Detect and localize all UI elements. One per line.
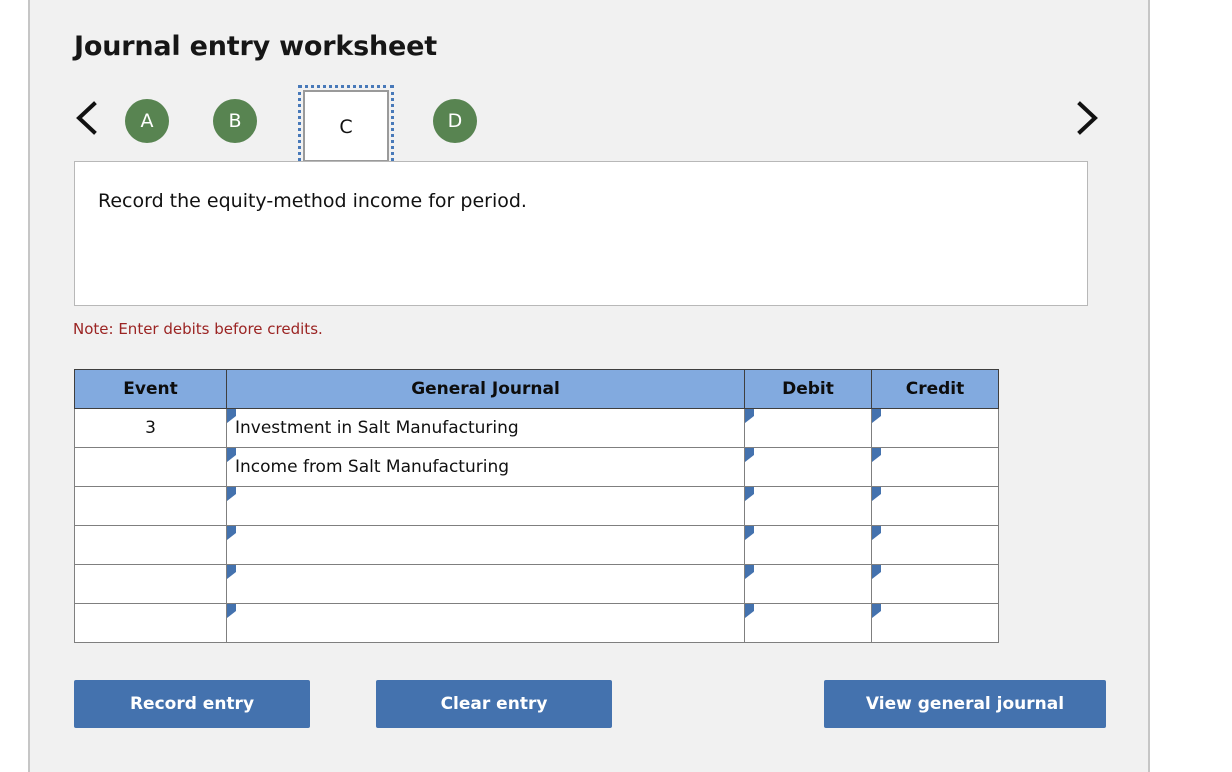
debit-cell[interactable] (744, 525, 872, 565)
transaction-prompt-text: Record the equity-method income for peri… (98, 190, 527, 212)
event-cell-text (75, 487, 226, 525)
general-journal-cell[interactable] (226, 564, 745, 604)
table-row: Income from Salt Manufacturing (74, 447, 999, 487)
table-row: 3 Investment in Salt Manufacturing (74, 408, 999, 448)
table-row (74, 603, 999, 643)
column-header-general-journal: General Journal (226, 369, 745, 409)
event-cell-text: 3 (145, 418, 156, 438)
column-header-debit: Debit (744, 369, 872, 409)
event-cell-text (75, 565, 226, 603)
cell-dropdown-marker-icon (745, 487, 754, 501)
cell-dropdown-marker-icon (872, 409, 881, 423)
column-header-event: Event (74, 369, 227, 409)
cell-dropdown-marker-icon (227, 565, 236, 579)
event-cell[interactable] (74, 486, 227, 526)
event-cell-text (75, 448, 226, 486)
cell-dropdown-marker-icon (745, 565, 754, 579)
journal-entry-table: Event General Journal Debit Credit 3 Inve… (74, 369, 999, 643)
cell-dropdown-marker-icon (745, 604, 754, 618)
event-cell[interactable] (74, 603, 227, 643)
tab-d[interactable]: D (433, 99, 477, 143)
table-body: 3 Investment in Salt Manufacturing Income … (74, 408, 999, 643)
tab-c[interactable]: C (298, 85, 394, 167)
cell-dropdown-marker-icon (872, 526, 881, 540)
credit-cell[interactable] (871, 447, 999, 487)
debit-cell[interactable] (744, 603, 872, 643)
event-cell-text (75, 604, 226, 642)
clear-entry-button[interactable]: Clear entry (376, 680, 612, 728)
general-journal-cell[interactable]: Investment in Salt Manufacturing (226, 408, 745, 448)
event-cell-text (75, 526, 226, 564)
tab-navigation: A B C D (30, 85, 1148, 167)
cell-dropdown-marker-icon (872, 448, 881, 462)
general-journal-cell-text: Investment in Salt Manufacturing (235, 418, 519, 438)
cell-dropdown-marker-icon (227, 604, 236, 618)
cell-dropdown-marker-icon (872, 487, 881, 501)
transaction-prompt-box: Record the equity-method income for peri… (74, 161, 1088, 306)
table-row (74, 564, 999, 604)
debits-before-credits-note: Note: Enter debits before credits. (73, 320, 323, 338)
credit-cell[interactable] (871, 486, 999, 526)
next-page-button[interactable] (1070, 96, 1104, 140)
general-journal-cell-text: Income from Salt Manufacturing (235, 457, 510, 477)
cell-dropdown-marker-icon (745, 409, 754, 423)
event-cell[interactable]: 3 (74, 408, 227, 448)
cell-dropdown-marker-icon (227, 526, 236, 540)
record-entry-button[interactable]: Record entry (74, 680, 310, 728)
debit-cell[interactable] (744, 408, 872, 448)
view-general-journal-button[interactable]: View general journal (824, 680, 1106, 728)
event-cell[interactable] (74, 564, 227, 604)
general-journal-cell[interactable]: Income from Salt Manufacturing (226, 447, 745, 487)
credit-cell[interactable] (871, 603, 999, 643)
table-row (74, 525, 999, 565)
cell-dropdown-marker-icon (745, 448, 754, 462)
cell-dropdown-marker-icon (745, 526, 754, 540)
debit-cell[interactable] (744, 486, 872, 526)
debit-cell[interactable] (744, 447, 872, 487)
general-journal-cell[interactable] (226, 486, 745, 526)
general-journal-cell[interactable] (226, 525, 745, 565)
worksheet-panel: Journal entry worksheet A B C D Record t… (28, 0, 1150, 772)
event-cell[interactable] (74, 525, 227, 565)
previous-page-button[interactable] (70, 96, 104, 140)
debit-cell[interactable] (744, 564, 872, 604)
table-row (74, 486, 999, 526)
tab-a[interactable]: A (125, 99, 169, 143)
page-title: Journal entry worksheet (74, 31, 437, 62)
column-header-credit: Credit (871, 369, 999, 409)
credit-cell[interactable] (871, 408, 999, 448)
general-journal-cell[interactable] (226, 603, 745, 643)
cell-dropdown-marker-icon (872, 565, 881, 579)
event-cell[interactable] (74, 447, 227, 487)
credit-cell[interactable] (871, 564, 999, 604)
tab-b[interactable]: B (213, 99, 257, 143)
cell-dropdown-marker-icon (872, 604, 881, 618)
table-header-row: Event General Journal Debit Credit (74, 369, 999, 409)
credit-cell[interactable] (871, 525, 999, 565)
cell-dropdown-marker-icon (227, 487, 236, 501)
